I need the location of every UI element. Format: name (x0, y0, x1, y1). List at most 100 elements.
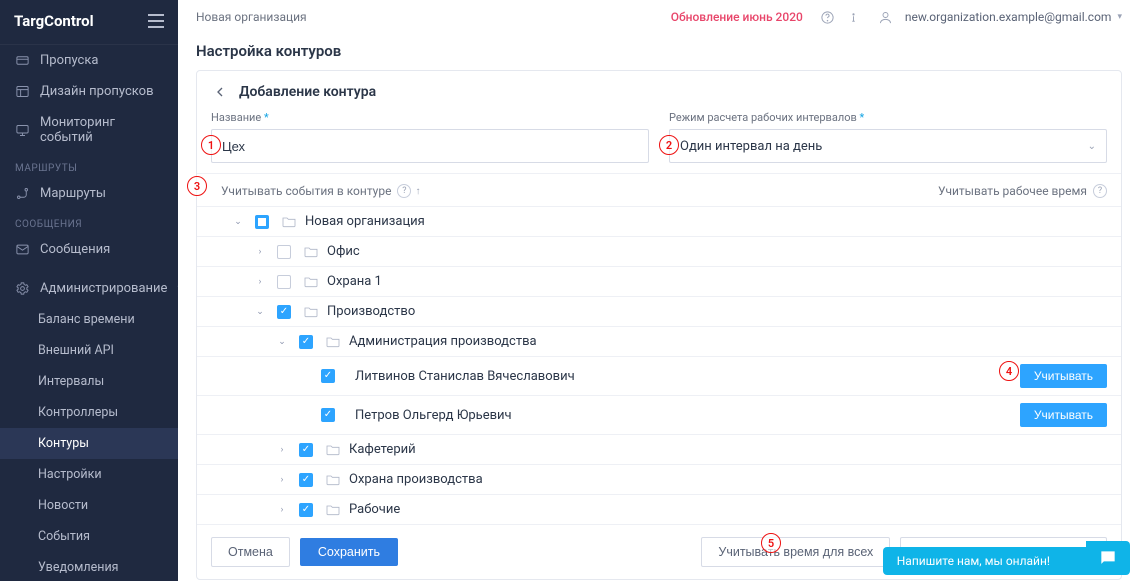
sidebar-item-label: Интервалы (38, 374, 104, 389)
mode-select[interactable]: Один интервал на день ⌄ (669, 129, 1107, 163)
sidebar-item-label: Уведомления (38, 560, 119, 575)
checkbox[interactable] (321, 408, 335, 422)
save-button[interactable]: Сохранить (300, 538, 398, 566)
checkbox[interactable] (277, 305, 291, 319)
brand-bar: TargControl (0, 0, 178, 45)
sidebar-item[interactable]: Маршруты (0, 178, 178, 209)
cancel-button[interactable]: Отмена (211, 537, 290, 567)
sidebar-item-admin[interactable]: Администрирование ▾ (0, 273, 178, 304)
sort-icon[interactable]: ↑ (415, 186, 420, 197)
tree-header: Учитывать события в контуре ? ↑ Учитыват… (197, 173, 1121, 206)
sidebar-item[interactable]: Уведомления (0, 552, 178, 581)
menu-toggle-icon[interactable] (148, 14, 164, 28)
page-title: Настройка контуров (178, 34, 1140, 70)
chevron-right-icon[interactable]: › (275, 475, 289, 485)
main: Новая организация Обновление июнь 2020 n… (178, 0, 1140, 581)
route-icon (15, 186, 30, 201)
sidebar: TargControl Пропуска Дизайн пропусков Мони… (0, 0, 178, 581)
sidebar-item-label: Пропуска (40, 53, 98, 68)
section-routes: МАРШРУТЫ (0, 153, 178, 178)
sidebar-item[interactable]: Новости (0, 490, 178, 521)
tree-row: › Рабочие (197, 495, 1121, 525)
tree-row: › Охрана 1 (197, 267, 1121, 297)
chevron-right-icon[interactable]: › (275, 505, 289, 515)
sidebar-item[interactable]: Контуры (0, 428, 178, 459)
checkbox[interactable] (299, 443, 313, 457)
tree: ⌄Новая организация›Офис›Охрана 1⌄Произво… (197, 206, 1121, 525)
checkbox[interactable] (299, 503, 313, 517)
chevron-down-icon[interactable]: ⌄ (275, 337, 289, 347)
folder-icon (325, 503, 341, 517)
sidebar-item-label: Сообщения (40, 242, 110, 257)
tree-row-label: Новая организация (305, 214, 425, 229)
tree-row-label: Рабочие (349, 502, 400, 517)
checkbox[interactable] (299, 335, 313, 349)
checkbox[interactable] (321, 369, 335, 383)
chat-widget[interactable]: Напишите нам, мы онлайн! (883, 541, 1130, 575)
help-icon[interactable]: ? (397, 184, 411, 198)
tree-row-label: Литвинов Станислав Вячеславович (355, 369, 575, 384)
sidebar-item-label: Маршруты (40, 186, 106, 201)
tree-header-right: Учитывать рабочее время (938, 184, 1087, 198)
tree-row: Литвинов Станислав Вячеславович Учитывать… (197, 357, 1121, 396)
back-icon[interactable] (211, 83, 229, 101)
mode-label: Режим расчета рабочих интервалов * (669, 111, 1107, 124)
checkbox[interactable] (277, 245, 291, 259)
sidebar-item-label: Мониторинг событий (40, 115, 163, 145)
folder-icon (303, 275, 319, 289)
chevron-down-icon[interactable]: ⌄ (253, 307, 267, 317)
sidebar-item-label: Дизайн пропусков (40, 84, 154, 99)
chevron-right-icon[interactable]: › (253, 277, 267, 287)
chevron-down-icon: ⌄ (1088, 141, 1096, 152)
checkbox[interactable] (255, 215, 269, 229)
sidebar-item[interactable]: Пропуска (0, 45, 178, 76)
help-icon[interactable]: ? (1093, 184, 1107, 198)
sidebar-item[interactable]: Дизайн пропусков (0, 76, 178, 107)
chat-text: Напишите нам, мы онлайн! (883, 547, 1090, 575)
gear-icon (15, 281, 30, 296)
sidebar-item-label: Настройки (38, 467, 102, 482)
sidebar-item-label: Баланс времени (38, 312, 135, 327)
tree-row: ⌄ Производство (197, 297, 1121, 327)
user-menu[interactable]: new.organization.example@gmail.com ▾ (873, 6, 1122, 28)
update-notice[interactable]: Обновление июнь 2020 (671, 10, 803, 24)
help-icon[interactable] (817, 6, 839, 28)
sidebar-item[interactable]: Сообщения (0, 234, 178, 265)
annotation-4: 4 (999, 361, 1019, 381)
annotation-3: 3 (187, 176, 207, 196)
chevron-right-icon[interactable]: › (253, 247, 267, 257)
topbar: Новая организация Обновление июнь 2020 n… (178, 0, 1140, 34)
sidebar-item[interactable]: Внешний API (0, 335, 178, 366)
checkbox[interactable] (299, 473, 313, 487)
count-button[interactable]: Учитывать (1020, 364, 1107, 388)
sidebar-item[interactable]: Интервалы (0, 366, 178, 397)
name-label: Название * (211, 111, 649, 124)
section-messages: СООБЩЕНИЯ (0, 209, 178, 234)
sidebar-item[interactable]: События (0, 521, 178, 552)
count-button[interactable]: Учитывать (1020, 403, 1107, 427)
mail-icon (15, 242, 30, 257)
tree-row-label: Производство (327, 304, 415, 319)
card-icon (15, 53, 30, 68)
sidebar-item[interactable]: Контроллеры (0, 397, 178, 428)
tree-row-label: Охрана производства (349, 472, 483, 487)
sidebar-item[interactable]: Баланс времени (0, 304, 178, 335)
tree-row: Петров Ольгерд Юрьевич Учитывать (197, 396, 1121, 435)
sidebar-item[interactable]: Настройки (0, 459, 178, 490)
folder-icon (325, 473, 341, 487)
tree-row: ›Офис (197, 237, 1121, 267)
checkbox[interactable] (277, 275, 291, 289)
sidebar-item-label: События (38, 529, 90, 544)
name-input[interactable] (211, 129, 649, 163)
chevron-down-icon[interactable]: ⌄ (231, 217, 245, 227)
tree-row-label: Охрана 1 (327, 274, 382, 289)
info-icon[interactable] (843, 6, 865, 28)
sidebar-nav: Пропуска Дизайн пропусков Мониторинг событ… (0, 45, 178, 581)
sidebar-item-label: Контроллеры (38, 405, 118, 420)
count-all-button[interactable]: Учитывать время для всех (701, 537, 890, 567)
tree-row: ⌄ Новая организация (197, 207, 1121, 237)
tree-row-label: Петров Ольгерд Юрьевич (355, 408, 512, 423)
sidebar-item-label: Новости (38, 498, 88, 513)
sidebar-item[interactable]: Мониторинг событий (0, 107, 178, 153)
chevron-right-icon[interactable]: › (275, 445, 289, 455)
